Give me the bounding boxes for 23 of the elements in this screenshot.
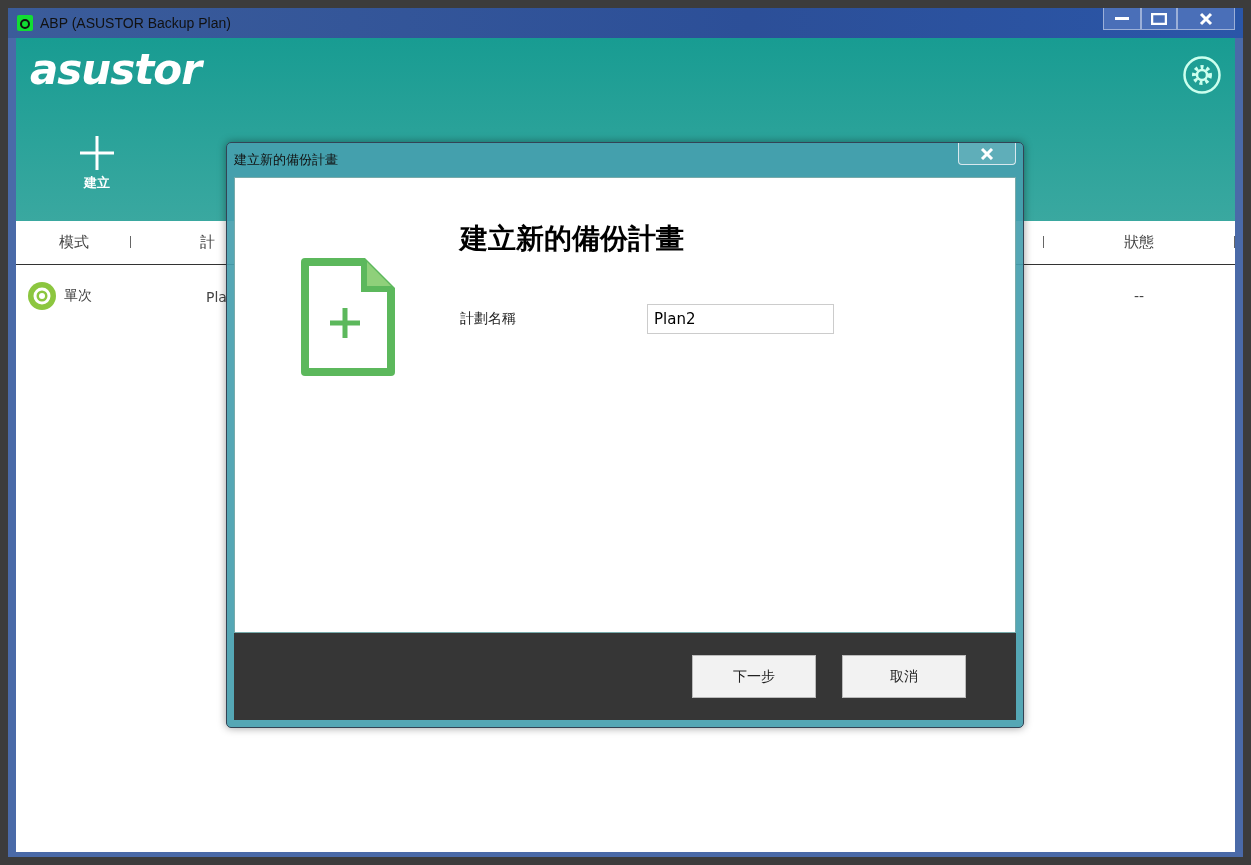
dialog-heading: 建立新的備份計畫 xyxy=(460,221,685,257)
column-header: 狀態 xyxy=(1124,233,1154,252)
close-icon xyxy=(980,147,994,160)
minimize-icon xyxy=(1115,16,1129,21)
column-header: 計 xyxy=(200,233,215,252)
table-cell: Pla xyxy=(206,288,227,305)
app-icon xyxy=(16,14,34,32)
minimize-button[interactable] xyxy=(1103,8,1141,30)
column-header: 模式 xyxy=(58,233,89,252)
close-button[interactable] xyxy=(1177,8,1235,30)
field-label: 計劃名稱 xyxy=(460,310,517,328)
dialog-title: 建立新的備份計畫 xyxy=(234,151,338,169)
window-title: ABP (ASUSTOR Backup Plan) xyxy=(40,15,231,31)
settings-icon[interactable] xyxy=(1183,56,1221,94)
cancel-button[interactable]: 取消 xyxy=(842,655,966,698)
new-document-icon xyxy=(300,258,395,376)
maximize-icon xyxy=(1151,12,1167,25)
table-cell: -- xyxy=(1133,288,1145,304)
maximize-button[interactable] xyxy=(1141,8,1177,30)
table-cell: 單次 xyxy=(64,287,92,305)
plan-name-field[interactable]: Plan2 xyxy=(647,304,834,334)
next-button[interactable]: 下一步 xyxy=(692,655,816,698)
close-icon xyxy=(1199,11,1213,26)
